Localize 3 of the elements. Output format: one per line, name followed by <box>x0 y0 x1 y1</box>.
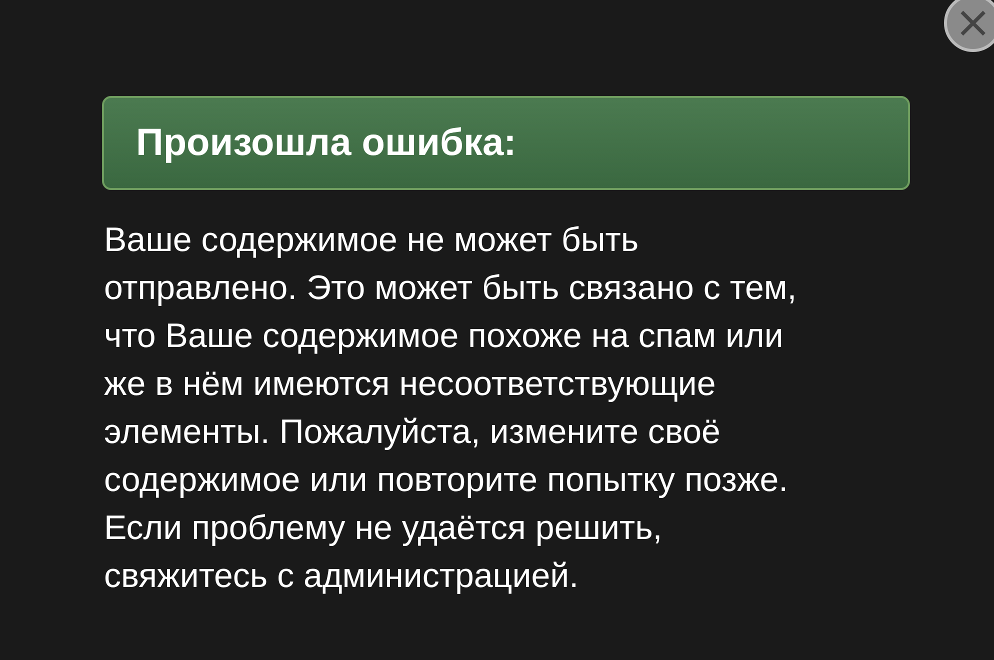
dialog-title: Произошла ошибка: <box>136 122 516 164</box>
error-message: Ваше содержимое не может быть отправлено. Это может быть связано с тем, что Ваше содержимое похоже на спам или же в нём имеются несоответствующие элементы. Пожалуйста, измените своё содержимое или повторите попытку позже. Если проблему не удаётся решить, свяжитесь с администрацией. <box>104 220 797 597</box>
close-button[interactable]: × <box>944 0 994 52</box>
